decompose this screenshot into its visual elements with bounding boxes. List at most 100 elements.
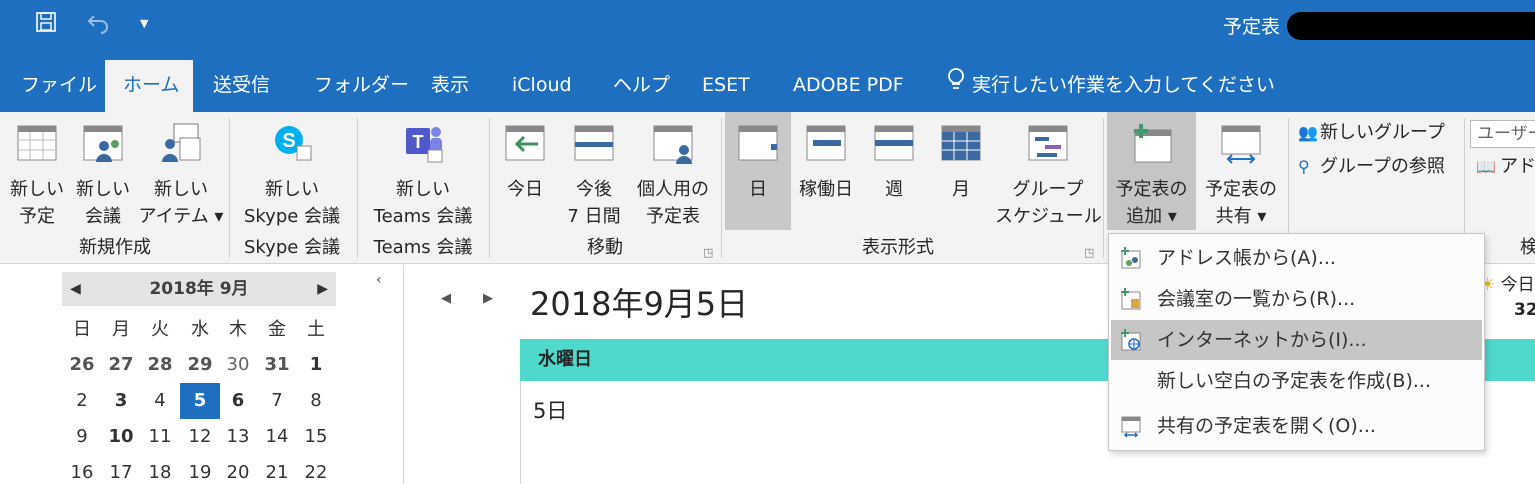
add-calendar-icon bbox=[1133, 124, 1171, 163]
next-day-icon[interactable]: ▶ bbox=[483, 291, 493, 306]
mini-calendar-day[interactable]: 28 bbox=[140, 347, 180, 383]
group-label-arrange: 表示形式 bbox=[862, 237, 934, 258]
schedule-icon bbox=[1028, 125, 1068, 161]
weather-widget[interactable]: ☀ 今日 32 bbox=[1480, 273, 1535, 323]
mini-calendar-day[interactable]: 12 bbox=[180, 419, 220, 455]
mini-calendar-day[interactable]: 29 bbox=[180, 347, 220, 383]
dialog-launcher-icon[interactable]: ◳ bbox=[703, 246, 713, 259]
mini-calendar-day[interactable]: 4 bbox=[140, 383, 180, 419]
navigation-pane: ◀ 2018年 9月 ▶ 日月火水木金土 26 27 28 29 30 31 1 2 3 4 5 6 7 8… bbox=[0, 265, 404, 484]
personal-calendar-button[interactable]: 個人用の 予定表 bbox=[630, 112, 716, 230]
new-skype-meeting-button[interactable]: S 新しい Skype 会議 bbox=[232, 112, 352, 230]
new-items-icon bbox=[162, 123, 201, 162]
menu-item-from-address-book[interactable]: アドレス帳から(A)... bbox=[1111, 238, 1482, 278]
new-meeting-button[interactable]: 新しい 会議 bbox=[70, 112, 136, 230]
new-group-button[interactable]: 👥 新しいグループ bbox=[1298, 120, 1445, 146]
mini-calendar-day[interactable]: 2 bbox=[62, 383, 102, 419]
mini-calendar-day[interactable]: 1 bbox=[296, 347, 336, 383]
next-month-icon[interactable]: ▶ bbox=[317, 272, 328, 306]
save-icon[interactable] bbox=[34, 10, 58, 41]
previous-day-icon[interactable]: ◀ bbox=[441, 291, 451, 306]
new-teams-meeting-button[interactable]: T 新しい Teams 会議 bbox=[360, 112, 486, 230]
separator bbox=[229, 118, 230, 258]
mini-calendar-day[interactable]: 10 bbox=[101, 419, 141, 455]
month-icon bbox=[941, 125, 981, 161]
share-calendar-button[interactable]: 予定表の 共有 ▾ bbox=[1198, 112, 1284, 230]
week-view-button[interactable]: 週 bbox=[861, 112, 927, 230]
svg-text:T: T bbox=[413, 132, 424, 152]
browse-groups-button[interactable]: ⚲ グループの参照 bbox=[1298, 154, 1445, 180]
tell-me-text: 実行したい作業を入力してください bbox=[972, 74, 1275, 96]
mini-calendar-day[interactable]: 8 bbox=[296, 383, 336, 419]
collapse-pane-icon[interactable]: ‹ bbox=[376, 272, 382, 288]
today-button[interactable]: 今日 bbox=[494, 112, 556, 230]
mini-calendar-day[interactable]: 19 bbox=[180, 455, 220, 484]
mini-calendar-day[interactable]: 18 bbox=[140, 455, 180, 484]
mini-calendar-day[interactable]: 21 bbox=[257, 455, 297, 484]
mini-calendar-day[interactable]: 11 bbox=[140, 419, 180, 455]
address-book-calendar-icon bbox=[1121, 247, 1141, 269]
tab-icloud[interactable]: iCloud bbox=[494, 60, 590, 112]
group-label-find: 検 bbox=[1520, 237, 1535, 258]
day-view-icon bbox=[738, 125, 778, 161]
mini-calendar-day[interactable]: 13 bbox=[218, 419, 258, 455]
calendar-icon bbox=[17, 125, 57, 161]
menu-item-create-blank-calendar[interactable]: 新しい空白の予定表を作成(B)... bbox=[1111, 361, 1482, 401]
customize-qat-icon[interactable]: ▼ bbox=[140, 10, 148, 38]
search-icon: ⚲ bbox=[1298, 157, 1310, 176]
tab-file[interactable]: ファイル bbox=[3, 60, 115, 112]
open-calendar-button[interactable]: 予定表の 追加 ▾ bbox=[1107, 112, 1196, 230]
mini-calendar-day[interactable]: 16 bbox=[62, 455, 102, 484]
internet-calendar-icon bbox=[1121, 329, 1141, 351]
tab-folder[interactable]: フォルダー bbox=[296, 60, 427, 112]
tab-send-receive[interactable]: 送受信 bbox=[195, 60, 288, 112]
menu-item-from-room-list[interactable]: 会議室の一覧から(R)... bbox=[1111, 279, 1482, 319]
tell-me-box[interactable]: 実行したい作業を入力してください bbox=[946, 60, 1275, 112]
mini-calendar-title: 2018年 9月 bbox=[149, 279, 249, 299]
group-label-skype: Skype 会議 bbox=[243, 237, 341, 258]
teams-icon: T bbox=[406, 127, 443, 163]
title-bar: ▼ 予定表 bbox=[0, 0, 1535, 52]
mini-calendar-day[interactable]: 31 bbox=[257, 347, 297, 383]
month-view-button[interactable]: 月 bbox=[929, 112, 993, 230]
mini-calendar-day[interactable]: 20 bbox=[218, 455, 258, 484]
tab-home[interactable]: ホーム bbox=[105, 60, 193, 112]
share-calendar-icon bbox=[1221, 125, 1261, 164]
mini-calendar-day[interactable]: 3 bbox=[101, 383, 141, 419]
mini-calendar-day[interactable]: 27 bbox=[101, 347, 141, 383]
tab-view[interactable]: 表示 bbox=[413, 60, 487, 112]
separator bbox=[489, 118, 490, 258]
tab-help[interactable]: ヘルプ bbox=[595, 60, 688, 112]
mini-calendar-day[interactable]: 15 bbox=[296, 419, 336, 455]
meeting-icon bbox=[83, 125, 123, 162]
separator bbox=[721, 118, 722, 258]
search-people-input[interactable]: ユーザー bbox=[1470, 120, 1535, 148]
address-book-icon: 📖 bbox=[1476, 157, 1496, 176]
new-appointment-button[interactable]: 新しい 予定 bbox=[4, 112, 70, 230]
mini-calendar-selected-day[interactable]: 5 bbox=[180, 383, 220, 419]
dialog-launcher-icon[interactable]: ◳ bbox=[1084, 246, 1094, 259]
new-items-button[interactable]: 新しい アイテム ▾ bbox=[138, 112, 224, 230]
menu-item-from-internet[interactable]: インターネットから(I)... bbox=[1111, 320, 1482, 360]
undo-icon[interactable] bbox=[86, 10, 110, 41]
work-week-view-button[interactable]: 稼働日 bbox=[793, 112, 859, 230]
tab-adobe-pdf[interactable]: ADOBE PDF bbox=[775, 60, 922, 112]
tab-eset[interactable]: ESET bbox=[684, 60, 768, 112]
next-7-days-button[interactable]: 今後 7 日間 bbox=[560, 112, 628, 230]
weekday-header: 火 bbox=[151, 319, 169, 340]
mini-calendar-day[interactable]: 26 bbox=[62, 347, 102, 383]
menu-item-open-shared-calendar[interactable]: 共有の予定表を開く(O)... bbox=[1111, 406, 1482, 446]
mini-calendar-day[interactable]: 14 bbox=[257, 419, 297, 455]
mini-calendar-day[interactable]: 9 bbox=[62, 419, 102, 455]
weekday-header: 土 bbox=[307, 319, 325, 340]
address-book-button[interactable]: 📖アドレ bbox=[1476, 154, 1535, 180]
schedule-view-button[interactable]: グループ スケジュール bbox=[995, 112, 1102, 230]
lightbulb-icon bbox=[946, 60, 972, 110]
mini-calendar-day[interactable]: 7 bbox=[257, 383, 297, 419]
mini-calendar-day[interactable]: 22 bbox=[296, 455, 336, 484]
mini-calendar-day[interactable]: 30 bbox=[218, 347, 258, 383]
day-view-button[interactable]: 日 bbox=[725, 112, 791, 230]
group-label-teams: Teams 会議 bbox=[373, 237, 473, 258]
mini-calendar-day[interactable]: 6 bbox=[218, 383, 258, 419]
mini-calendar-day[interactable]: 17 bbox=[101, 455, 141, 484]
